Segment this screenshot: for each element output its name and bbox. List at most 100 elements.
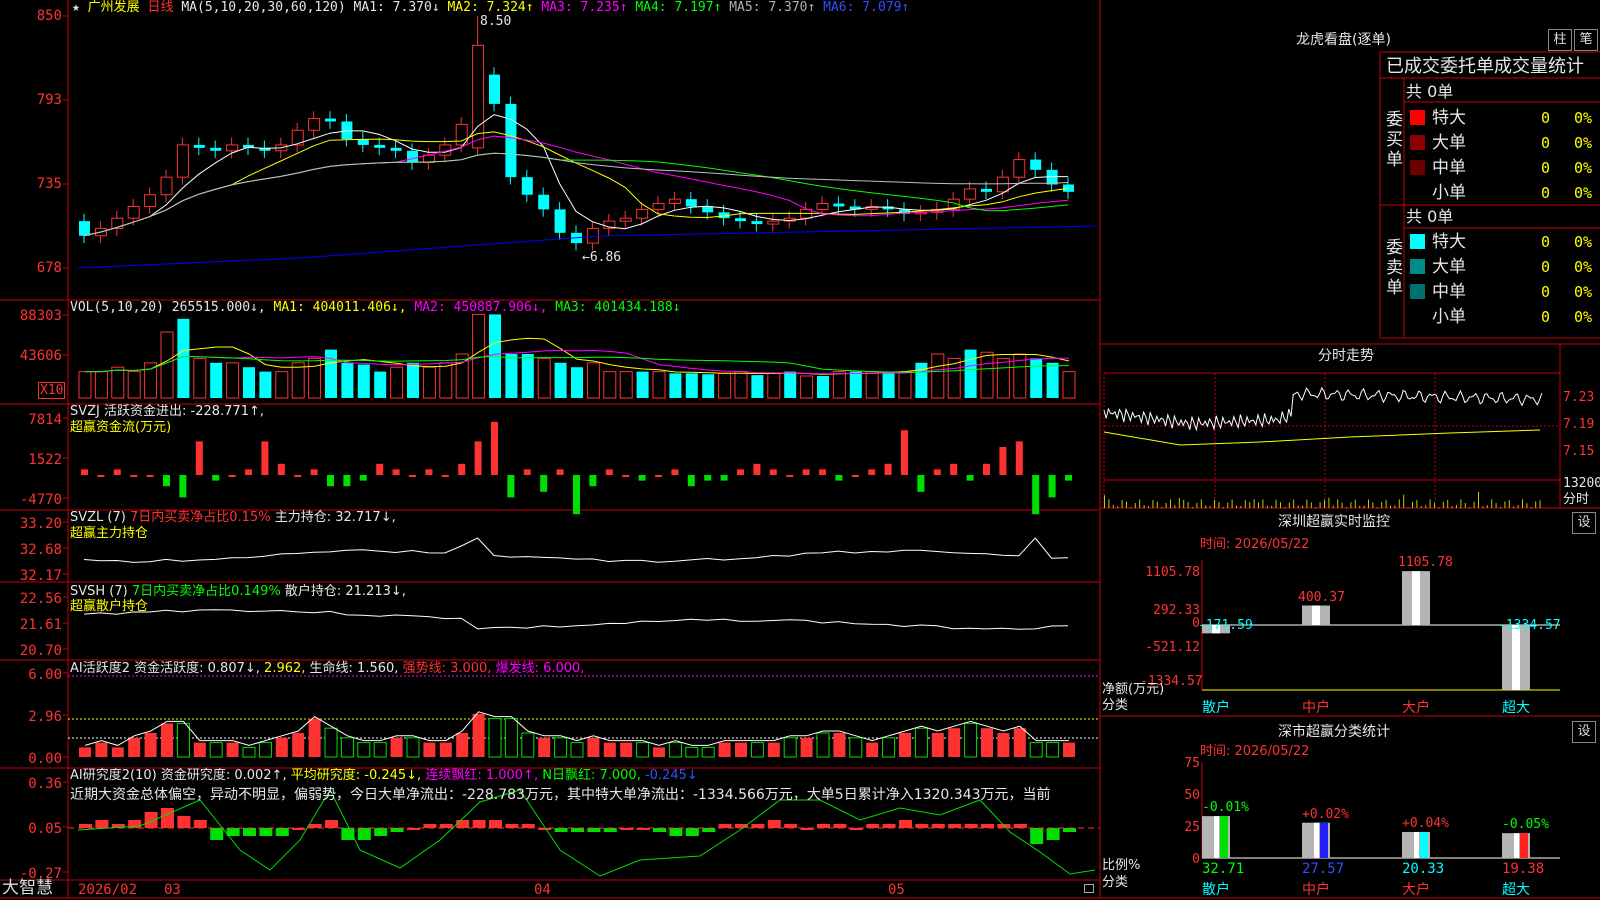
activity-bar (373, 742, 387, 758)
money-flow-bar (294, 475, 302, 477)
fenshi-vol-bar (1275, 499, 1277, 508)
volume-bar (308, 357, 322, 399)
candle-body-down (407, 150, 418, 163)
sell-row-1-name: 大单 (1432, 257, 1466, 277)
sell-swatch-0 (1410, 234, 1425, 249)
money-flow-bar (458, 463, 466, 475)
buy-row-2-name: 中单 (1432, 158, 1466, 178)
ai1-strong: 强势线: 3.000, (402, 661, 492, 676)
volume-bar (685, 373, 698, 398)
ma60-line (83, 152, 1069, 237)
activity-bar (308, 718, 321, 757)
volume-bar (210, 362, 223, 398)
fenshi-vol-bar (1456, 505, 1457, 508)
fenshi-vol-axis: 13200 (1563, 476, 1600, 491)
candle-body-down (505, 103, 517, 178)
fenshi-vol-bar (1214, 499, 1215, 508)
research-bar (948, 824, 962, 828)
stat-bar-accent-0 (1220, 816, 1228, 858)
volume-bar (865, 371, 879, 399)
sell-row-2-percent: 0% (1574, 283, 1593, 301)
research-bar (489, 820, 502, 828)
period-label[interactable]: 日线 (148, 0, 174, 15)
money-flow-bar (409, 475, 416, 477)
research-bar (439, 824, 453, 828)
research-bar (505, 824, 519, 828)
sell-row-1-value: 0 (1540, 258, 1550, 276)
xaxis-label-mar: 03 (164, 882, 181, 898)
activity-bar (111, 747, 124, 757)
fenshi-vol-bar (1306, 499, 1308, 508)
fenshi-vol-bar (1368, 499, 1369, 508)
monitor-value-3: -1334.57 (1498, 618, 1561, 633)
fenshi-vol-bar (1332, 505, 1334, 508)
activity-bar (340, 737, 354, 758)
volume-bar (407, 362, 419, 398)
volume-bar (193, 357, 207, 399)
bar-mode-button[interactable]: 柱 (1548, 29, 1572, 51)
research-bar (79, 824, 92, 828)
ma3-value: MA3: 7.235↑ (541, 0, 628, 15)
buy-row-1-name: 大单 (1432, 133, 1466, 153)
tick-mode-button[interactable]: 笔 (1574, 29, 1598, 51)
money-flow-bar (687, 475, 695, 487)
research-bar (784, 824, 798, 828)
fenshi-axis-1: 7.23 (1563, 390, 1595, 405)
stat-settings-button[interactable]: 设 (1572, 721, 1596, 743)
fenshi-vol-bar (1539, 500, 1541, 508)
monitor-settings-button[interactable]: 设 (1572, 512, 1596, 534)
ma-def: MA(5,10,20,30,60,120) (181, 0, 346, 15)
ai2-cont: 连续飘红: 1.000↑, (425, 768, 539, 783)
volume-bar (325, 349, 337, 398)
fenshi-vol-bar (1398, 499, 1400, 508)
fenshi-vol-bar (1482, 506, 1484, 508)
volume-bar (537, 357, 551, 399)
activity-bar (456, 733, 469, 757)
money-flow-bar (359, 475, 367, 481)
fenshi-vol-bar (1302, 505, 1303, 508)
chart-canvas (0, 0, 1600, 899)
research-bar (243, 828, 256, 836)
research-bar (1063, 828, 1076, 832)
fenshi-title: 分时走势 (1318, 348, 1374, 364)
candle-body-up (652, 203, 665, 210)
vol-ma2: MA2: 450887.906↓, (414, 300, 548, 315)
volume-bar (603, 371, 617, 399)
ai1-header: AI活跃度2 资金活跃度: 0.807↓, 2.962, 生命线: 1.560,… (70, 661, 584, 676)
fenshi-vol-bar (1262, 499, 1264, 508)
volume-bar (898, 371, 912, 399)
buy-row-3-value: 0 (1540, 184, 1550, 202)
candle-body-up (668, 198, 681, 205)
activity-bar (144, 733, 157, 757)
money-flow-bar (1048, 475, 1056, 498)
fenshi-vol-bar (1117, 506, 1119, 508)
volume-bar (571, 367, 583, 398)
volume-bar (996, 357, 1010, 399)
activity-bar (292, 733, 305, 757)
sell-row-0-value: 0 (1540, 233, 1550, 251)
lock-icon[interactable] (1084, 884, 1094, 893)
main-position-line (83, 537, 1069, 563)
stat-delta-2: +0.04% (1402, 815, 1449, 831)
money-flow-bar (638, 475, 646, 481)
svzl-ratio: 7日内买卖净占比0.15% (129, 510, 271, 525)
ai2-header: AI研究度2(10) 资金研究度: 0.002↑, 平均研究度: -0.245↓… (70, 768, 698, 783)
activity-bar (636, 742, 650, 758)
svsh-title: SVSH (7) (70, 584, 128, 599)
research-bar (423, 824, 437, 828)
stat-value-0: 32.71 (1202, 861, 1245, 877)
svsh-axis-1: 22.56 (19, 591, 62, 607)
stat-cat-0: 散户 (1202, 882, 1230, 898)
volume-bar (767, 372, 781, 399)
research-bar (308, 824, 322, 828)
activity-bar (193, 742, 206, 757)
activity-bar (833, 733, 846, 757)
stat-value-2: 20.33 (1402, 861, 1445, 877)
candle-body-down (702, 206, 714, 213)
stat-bar-accent-1 (1320, 822, 1328, 858)
star-icon[interactable]: ★ (72, 0, 80, 15)
svsh-axis-3: 20.70 (19, 643, 62, 659)
activity-bar (472, 713, 485, 757)
vol-axis-1: 88303 (19, 308, 62, 324)
stock-name: 广州发展 (87, 0, 140, 15)
